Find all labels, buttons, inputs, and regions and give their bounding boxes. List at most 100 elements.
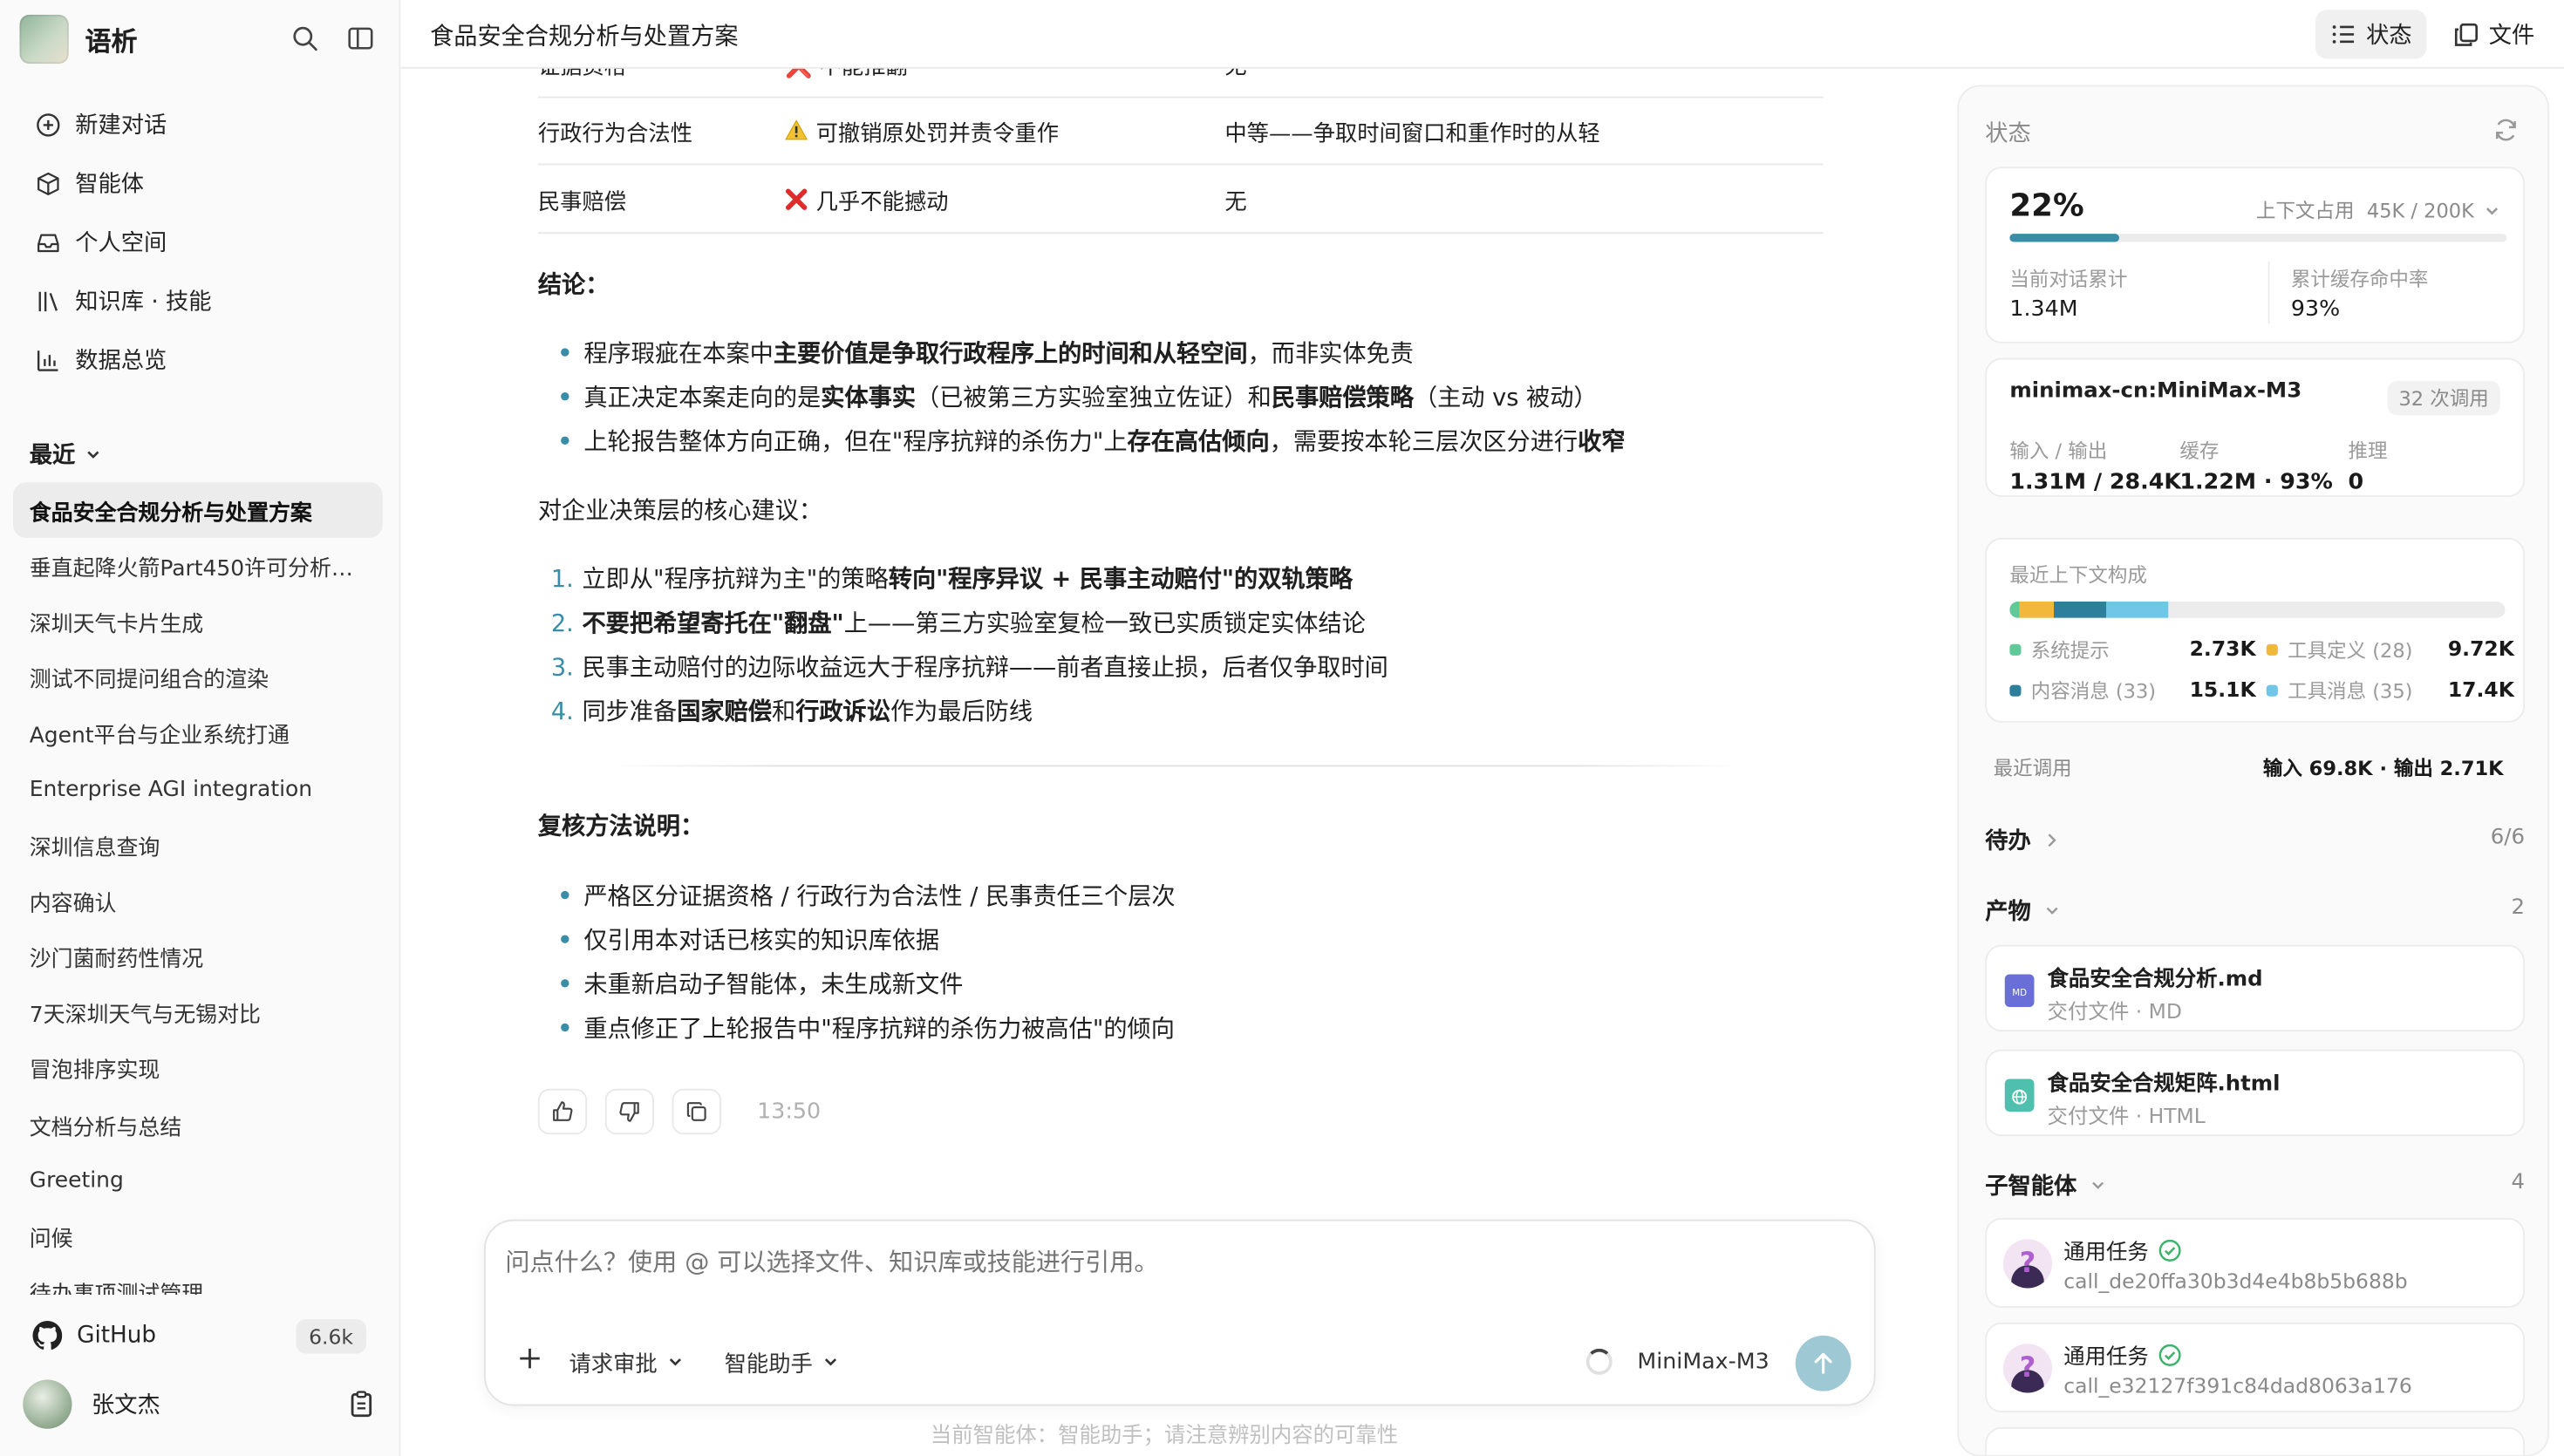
chevron-down-icon <box>2486 207 2499 214</box>
sidebar-toggle-icon[interactable] <box>344 21 377 54</box>
legend-swatch <box>2266 684 2278 697</box>
recent-item-label: 内容确认 <box>29 892 117 917</box>
model-card: minimax-cn:MiniMax-M3 32 次调用 输入 / 输出 1.3… <box>1985 357 2525 497</box>
agent-dropdown[interactable]: 智能助手 <box>725 1345 839 1378</box>
table-cell-text: 可撤销原处罚并责令重作 <box>815 119 1060 146</box>
file-meta: 交付文件 · HTML <box>2047 1103 2206 1128</box>
context-usage-dropdown[interactable]: 上下文占用 45K / 200K <box>2256 196 2500 224</box>
recent-item[interactable]: 沙门菌耐药性情况 <box>13 929 383 985</box>
recent-item[interactable]: 待办事项测试管理 <box>13 1265 383 1295</box>
main-nav: 新建对话 智能体 个人空间 知识库 · 技能 数据总览 <box>13 95 383 390</box>
nav-personal-space[interactable]: 个人空间 <box>13 213 383 272</box>
artifact-file[interactable]: 食品安全合规矩阵.html 交付文件 · HTML <box>1985 1049 2525 1137</box>
table-cell: 无 <box>1224 69 1246 79</box>
recent-item-label: 垂直起降火箭Part450许可分析… <box>29 556 353 582</box>
numbered-item: 1. 立即从"程序抗辩为主"的策略转向"程序异议 + 民事主动赔付"的双轨策略 <box>551 561 1353 595</box>
recent-call-value: 输入 69.8K · 输出 2.71K <box>2262 757 2504 780</box>
nav-dashboard[interactable]: 数据总览 <box>13 330 383 390</box>
user-name: 张文杰 <box>92 1392 160 1419</box>
legend-item: 工具消息 (35) <box>2266 677 2412 704</box>
recent-item[interactable]: 测试不同提问组合的渲染 <box>13 650 383 705</box>
stat-value: 93% <box>2290 296 2341 323</box>
artifact-file[interactable]: MD 食品安全合规分析.md 交付文件 · MD <box>1985 944 2525 1032</box>
thumbs-down-button[interactable] <box>604 1088 654 1135</box>
library-icon <box>33 286 63 316</box>
nav-agents[interactable]: 智能体 <box>13 153 383 213</box>
chevron-down-icon <box>824 1358 837 1366</box>
subagent-item[interactable]: ? 通用任务 call_de20ffa30b3d4e4b8b5b688b <box>1985 1217 2525 1308</box>
nav-knowledge[interactable]: 知识库 · 技能 <box>13 271 383 330</box>
recent-item[interactable]: 冒泡排序实现 <box>13 1041 383 1097</box>
recent-item[interactable]: 文档分析与总结 <box>13 1097 383 1153</box>
text: ，而非实体免责 <box>1247 341 1414 368</box>
nav-new-chat[interactable]: 新建对话 <box>13 95 383 154</box>
model-selector[interactable]: MiniMax-M3 <box>1637 1349 1769 1375</box>
header: 食品安全合规分析与处置方案 状态 文件 <box>400 0 2564 69</box>
recent-item-label: 7天深圳天气与无锡对比 <box>29 1004 261 1029</box>
subagent-item[interactable]: ? 通用任务 call_e32127f391c84dad8063a176 <box>1985 1322 2525 1412</box>
bullet-dot <box>561 436 569 445</box>
list-icon <box>2332 25 2355 44</box>
recent-item-label: Enterprise AGI integration <box>29 777 313 802</box>
recent-heading[interactable]: 最近 <box>30 439 102 472</box>
svg-text:MD: MD <box>2012 988 2027 998</box>
recent-item[interactable]: 垂直起降火箭Part450许可分析… <box>13 538 383 594</box>
recent-item[interactable]: 7天深圳天气与无锡对比 <box>13 985 383 1041</box>
user-profile[interactable]: 张文杰 <box>23 1377 376 1432</box>
cube-icon <box>33 168 63 198</box>
recent-item[interactable]: 食品安全合规分析与处置方案 <box>13 482 383 539</box>
copy-button[interactable] <box>672 1088 721 1135</box>
chevron-down-icon <box>2046 907 2058 915</box>
plus-circle-icon <box>33 110 63 139</box>
recent-item[interactable]: Greeting <box>13 1153 383 1208</box>
item-number: 1. <box>550 567 574 594</box>
status-panel: 状态 22% 上下文占用 45K / 200K 当前对话累计 1.34M 累计缓… <box>1957 85 2550 1456</box>
clipboard-icon[interactable] <box>347 1390 377 1419</box>
warning-icon <box>785 119 808 140</box>
text: 上轮报告整体方向正确，但在"程序抗辩的杀伤力"上 <box>583 430 1128 457</box>
item-number: 3. <box>550 655 574 682</box>
app-name: 语析 <box>85 26 138 58</box>
recent-item[interactable]: 深圳信息查询 <box>13 818 383 874</box>
todo-section-header[interactable]: 待办 <box>1985 824 2058 857</box>
artifacts-section-header[interactable]: 产物 <box>1985 895 2060 928</box>
search-icon[interactable] <box>288 21 321 54</box>
list-item: 未重新启动子智能体，未生成新文件 <box>561 966 963 1000</box>
files-button[interactable]: 文件 <box>2438 10 2550 58</box>
bullet-dot <box>561 1023 569 1032</box>
status-button[interactable]: 状态 <box>2315 10 2427 59</box>
stat-value: 1.34M <box>2009 296 2078 323</box>
bar-chart-icon <box>33 345 63 375</box>
text: 上——第三方实验室复检一致已实质锁定实体结论 <box>843 611 1366 638</box>
subagents-section-header[interactable]: 子智能体 <box>1985 1169 2106 1202</box>
bold-text: 民事赔偿策略 <box>1271 385 1414 412</box>
subagent-item[interactable] <box>1985 1426 2525 1455</box>
approval-dropdown[interactable]: 请求审批 <box>569 1345 684 1378</box>
recent-item[interactable]: Enterprise AGI integration <box>13 762 383 818</box>
context-progress-bar <box>2009 234 2507 242</box>
text: 同步准备 <box>582 699 678 726</box>
html-file-icon <box>2004 1078 2035 1112</box>
refresh-icon[interactable] <box>2493 118 2518 142</box>
sidebar: 语析 新建对话 智能体 个人空间 知识库 · 技能 数据总览 最近 食品安全合规… <box>0 0 401 1456</box>
recent-item[interactable]: 问候 <box>13 1208 383 1264</box>
table-cell: 中等——争取时间窗口和重作时的从轻 <box>1224 119 1600 146</box>
send-button[interactable] <box>1795 1335 1851 1391</box>
recent-item[interactable]: 内容确认 <box>13 874 383 929</box>
github-link[interactable]: GitHub 6.6k <box>13 1308 383 1364</box>
file-name: 食品安全合规分析.md <box>2047 968 2263 993</box>
brand[interactable]: 语析 <box>19 13 138 65</box>
attach-button[interactable] <box>518 1347 541 1370</box>
table-cell: 几乎不能撼动 <box>785 182 949 215</box>
recent-item[interactable]: 深圳天气卡片生成 <box>13 594 383 650</box>
recent-item[interactable]: Agent平台与企业系统打通 <box>13 706 383 762</box>
thumbs-up-button[interactable] <box>537 1088 588 1135</box>
agent-name-text: 通用任务 <box>2063 1241 2149 1266</box>
recent-item-label: 文档分析与总结 <box>29 1115 182 1141</box>
table-cell: 证据资格 <box>538 69 626 79</box>
item-number: 2. <box>550 611 574 638</box>
chat-input[interactable] <box>505 1247 1814 1277</box>
legend-item: 工具定义 (28) <box>2266 636 2412 663</box>
recent-item-label: 深圳天气卡片生成 <box>29 613 204 638</box>
recent-item-label: 冒泡排序实现 <box>29 1059 160 1085</box>
